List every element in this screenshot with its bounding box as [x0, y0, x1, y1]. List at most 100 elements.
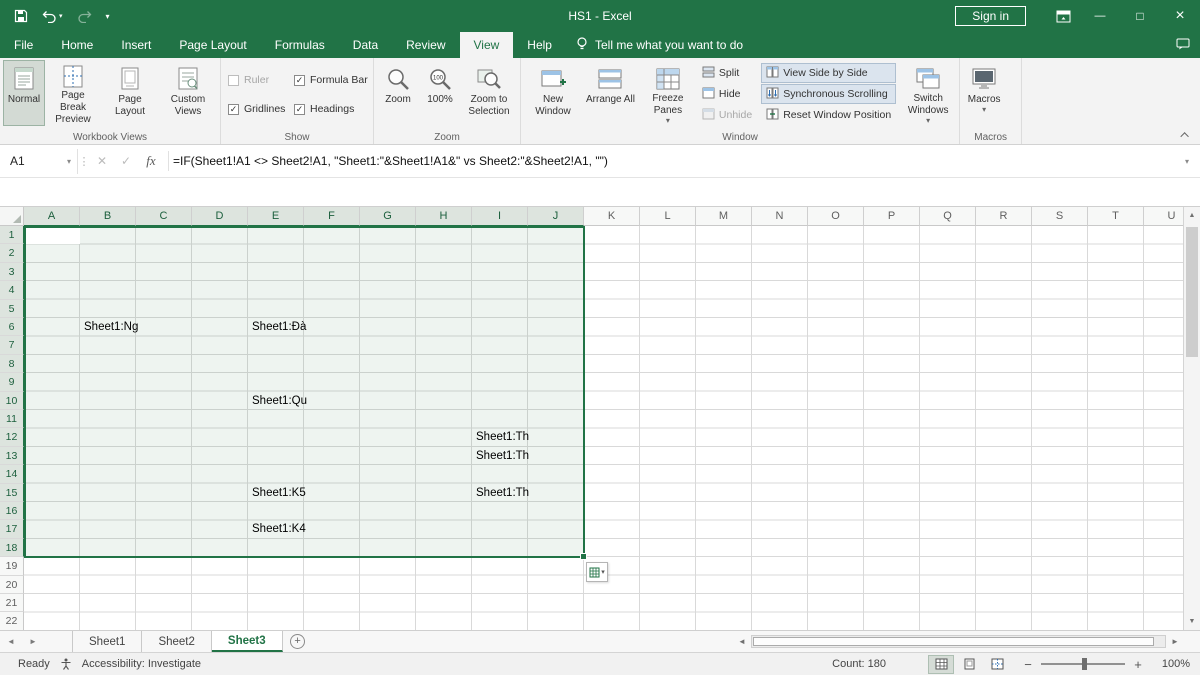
sheet-tab-sheet2[interactable]: Sheet2	[142, 631, 211, 652]
scroll-right-icon[interactable]: ►	[1168, 637, 1182, 646]
scroll-down-icon[interactable]: ▼	[1184, 613, 1200, 630]
col-header-K[interactable]: K	[584, 207, 640, 226]
row-header-16[interactable]: 16	[0, 502, 24, 520]
col-header-U[interactable]: U	[1144, 207, 1183, 226]
row-header-20[interactable]: 20	[0, 576, 24, 594]
col-header-B[interactable]: B	[80, 207, 136, 226]
sheet-tab-sheet3[interactable]: Sheet3	[212, 631, 283, 652]
ribbon-tab-file[interactable]: File	[0, 32, 47, 58]
scroll-up-icon[interactable]: ▲	[1184, 207, 1200, 224]
freeze-panes-button[interactable]: Freeze Panes ▾	[639, 60, 697, 126]
scroll-left-icon[interactable]: ◄	[735, 637, 749, 646]
enter-icon[interactable]: ✓	[114, 154, 138, 168]
undo-icon[interactable]: ▾	[42, 10, 63, 23]
zoom-to-selection-button[interactable]: Zoom to Selection	[461, 60, 517, 126]
insert-function-icon[interactable]: fx	[138, 153, 164, 169]
chevron-down-icon[interactable]: ▾	[67, 157, 77, 166]
ribbon-tab-view[interactable]: View	[460, 32, 514, 58]
page-break-view-mode-icon[interactable]	[984, 655, 1010, 674]
active-cell[interactable]	[24, 226, 80, 244]
sheet-nav-left-icon[interactable]: ◄	[0, 631, 22, 652]
headings-checkbox[interactable]: ✓ Headings	[294, 100, 386, 118]
cell-I15[interactable]: Sheet1:Th	[476, 484, 529, 502]
row-header-21[interactable]: 21	[0, 594, 24, 612]
col-header-A[interactable]: A	[24, 207, 80, 226]
formula-bar-handle[interactable]: ⋮	[78, 155, 90, 168]
zoom-out-icon[interactable]: −	[1022, 657, 1034, 672]
row-header-2[interactable]: 2	[0, 244, 24, 262]
macros-button[interactable]: Macros ▾	[963, 60, 1005, 126]
normal-view-mode-icon[interactable]	[928, 655, 954, 674]
row-header-22[interactable]: 22	[0, 612, 24, 630]
ribbon-display-options-icon[interactable]	[1046, 0, 1080, 32]
row-header-17[interactable]: 17	[0, 520, 24, 538]
synchronous-scrolling-button[interactable]: Synchronous Scrolling	[761, 84, 896, 104]
zoom-slider-thumb[interactable]	[1082, 658, 1087, 670]
col-header-D[interactable]: D	[192, 207, 248, 226]
col-header-O[interactable]: O	[808, 207, 864, 226]
sheet-nav-right-icon[interactable]: ►	[22, 631, 44, 652]
cells-area[interactable]: ▾ Sheet1:NgSheet1:ĐàSheet1:QuSheet1:ThSh…	[24, 226, 1183, 631]
sign-in-button[interactable]: Sign in	[955, 6, 1026, 26]
cell-E6[interactable]: Sheet1:Đà	[252, 318, 306, 336]
page-break-preview-button[interactable]: Page Break Preview	[45, 60, 101, 126]
tell-me-box[interactable]: Tell me what you want to do	[566, 32, 753, 58]
name-box[interactable]: A1 ▾	[2, 149, 78, 174]
hide-button[interactable]: Hide	[697, 84, 757, 104]
col-header-R[interactable]: R	[976, 207, 1032, 226]
row-header-19[interactable]: 19	[0, 557, 24, 575]
row-header-12[interactable]: 12	[0, 428, 24, 446]
ribbon-tab-insert[interactable]: Insert	[107, 32, 165, 58]
cell-I12[interactable]: Sheet1:Th	[476, 428, 529, 446]
unhide-button[interactable]: Unhide	[697, 105, 757, 125]
close-button[interactable]: ×	[1160, 0, 1200, 32]
cell-E15[interactable]: Sheet1:K5	[252, 484, 306, 502]
reset-window-position-button[interactable]: Reset Window Position	[761, 105, 896, 125]
page-layout-view-mode-icon[interactable]	[956, 655, 982, 674]
zoom-100-button[interactable]: 100 100%	[419, 60, 461, 126]
col-header-I[interactable]: I	[472, 207, 528, 226]
row-header-1[interactable]: 1	[0, 226, 24, 244]
customize-toolbar-icon[interactable]: ▾	[106, 12, 110, 21]
row-header-6[interactable]: 6	[0, 318, 24, 336]
ribbon-tab-review[interactable]: Review	[392, 32, 459, 58]
ruler-checkbox[interactable]: Ruler	[228, 71, 294, 89]
col-header-H[interactable]: H	[416, 207, 472, 226]
ribbon-tab-page-layout[interactable]: Page Layout	[165, 32, 260, 58]
new-sheet-button[interactable]: +	[283, 631, 313, 652]
save-icon[interactable]	[14, 9, 28, 23]
formula-bar-checkbox[interactable]: ✓ Formula Bar	[294, 71, 386, 89]
minimize-button[interactable]: —	[1080, 0, 1120, 32]
arrange-all-button[interactable]: Arrange All	[582, 60, 639, 126]
page-layout-view-button[interactable]: Page Layout	[101, 60, 159, 126]
row-header-8[interactable]: 8	[0, 355, 24, 373]
comments-icon[interactable]	[1176, 38, 1190, 53]
split-button[interactable]: Split	[697, 63, 757, 83]
formula-input[interactable]: =IF(Sheet1!A1 <> Sheet2!A1, "Sheet1:"&Sh…	[173, 154, 608, 168]
ribbon-tab-formulas[interactable]: Formulas	[261, 32, 339, 58]
zoom-slider[interactable]	[1041, 663, 1125, 665]
col-header-F[interactable]: F	[304, 207, 360, 226]
row-header-11[interactable]: 11	[0, 410, 24, 428]
collapse-ribbon-icon[interactable]	[1180, 130, 1192, 140]
col-header-P[interactable]: P	[864, 207, 920, 226]
col-header-L[interactable]: L	[640, 207, 696, 226]
ribbon-tab-home[interactable]: Home	[47, 32, 107, 58]
horizontal-scrollbar[interactable]: ◄ ►	[735, 631, 1200, 652]
row-header-7[interactable]: 7	[0, 336, 24, 354]
row-header-13[interactable]: 13	[0, 447, 24, 465]
col-header-Q[interactable]: Q	[920, 207, 976, 226]
row-header-15[interactable]: 15	[0, 484, 24, 502]
select-all-corner[interactable]	[0, 207, 24, 226]
cell-E10[interactable]: Sheet1:Qu	[252, 392, 307, 410]
zoom-button[interactable]: Zoom	[377, 60, 419, 126]
custom-views-button[interactable]: Custom Views	[159, 60, 217, 126]
cancel-icon[interactable]: ✕	[90, 154, 114, 168]
accessibility-status[interactable]: Accessibility: Investigate	[82, 658, 201, 670]
col-header-C[interactable]: C	[136, 207, 192, 226]
row-header-10[interactable]: 10	[0, 392, 24, 410]
row-header-5[interactable]: 5	[0, 300, 24, 318]
view-side-by-side-button[interactable]: View Side by Side	[761, 63, 896, 83]
vertical-scrollbar[interactable]: ▲ ▼	[1183, 207, 1200, 630]
gridlines-checkbox[interactable]: ✓ Gridlines	[228, 100, 294, 118]
